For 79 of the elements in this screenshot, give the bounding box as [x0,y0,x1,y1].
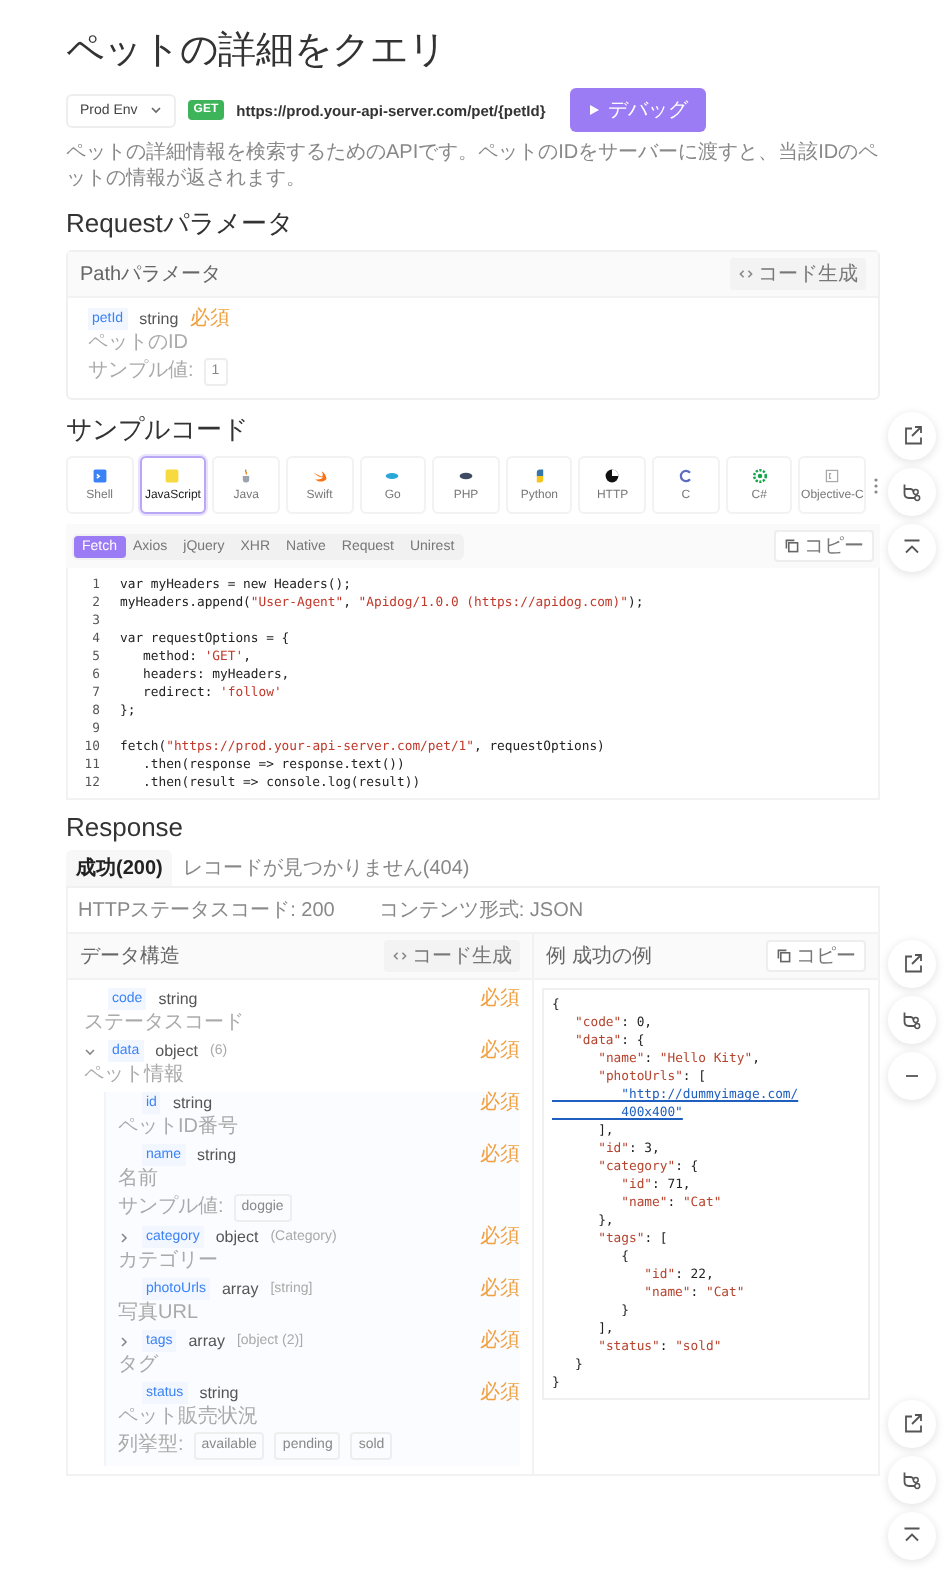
square-icon [164,468,181,484]
card-title: データ構造 [80,943,180,970]
chevron-down-icon [149,104,162,116]
required-label: 必須 [480,1144,520,1166]
bracket-icon [824,468,841,484]
field-type: string [139,308,179,330]
more-icon[interactable] [872,475,881,495]
cup-icon [238,468,255,484]
code-gen-button[interactable]: コード生成 [730,258,866,290]
copy-icon [784,538,800,554]
field-type: string [199,1382,239,1404]
field-description: ペットID番号 [118,1116,240,1140]
section-heading: Response [66,812,186,842]
debug-button[interactable]: デバッグ [569,88,706,132]
floating-button[interactable] [888,1400,936,1448]
required-label: 必須 [480,1092,520,1114]
arc-icon [677,468,694,484]
card-title: Pathパラメータ [80,262,222,288]
field-type: array [188,1330,225,1352]
gear-icon [751,468,768,484]
copy-button[interactable]: コピー [766,940,866,972]
required-label: 必須 [480,988,520,1010]
floating-button[interactable] [888,412,936,460]
response-tab[interactable]: レコードが見つかりません(404) [172,850,480,886]
play-icon [587,104,600,116]
bird-icon [311,468,328,484]
branch-icon [900,480,924,504]
chevron-right-icon[interactable] [118,1335,130,1347]
response-tab[interactable]: 成功(200) [66,850,173,886]
copy-icon [776,948,792,964]
field-description: タグ [118,1354,160,1378]
external-link-icon [900,424,924,448]
api-description: ペットの詳細情報を検索するためのAPIです。ペットのIDをサーバーに渡すと、当該IDのペットの情報が返されます。 [66,142,880,192]
example-label: サンプル値: [88,360,194,384]
chevron-down-icon[interactable] [84,1045,96,1057]
code-gen-button[interactable]: コード生成 [384,940,520,972]
required-label: 必須 [480,1040,520,1062]
field-description: ステータスコード [84,1012,246,1036]
card-title: 例 成功の例 [546,943,652,970]
field-description: 名前 [118,1168,160,1192]
section-heading: サンプルコード [66,412,250,448]
copy-button[interactable]: コピー [774,530,874,562]
field-type: array [221,1278,259,1300]
field-type: object [215,1226,259,1248]
chevron-right-icon[interactable] [118,1231,130,1243]
circle-icon [604,468,621,484]
required-label: 必須 [480,1330,520,1352]
required-label: 必須 [190,308,231,330]
example-label: サンプル値: [118,1196,224,1220]
field-type: string [158,988,198,1010]
field-description: 写真URL [118,1302,201,1326]
code-icon [392,948,408,964]
enum-label: 列挙型: [118,1434,184,1458]
branch-icon [900,1008,924,1032]
required-label: 必須 [480,1226,520,1248]
external-link-icon [900,952,924,976]
floating-button[interactable] [888,468,936,516]
floating-button[interactable] [888,940,936,988]
oval-icon [458,468,475,484]
field-description: ペットのID [88,332,190,356]
external-link-icon [900,1412,924,1436]
page-title: ペットの詳細をクエリ [66,28,448,76]
required-label: 必須 [480,1382,520,1404]
terminal-icon [91,468,108,484]
floating-button[interactable] [888,996,936,1044]
field-type: string [197,1144,237,1166]
field-description: ペット情報 [84,1064,186,1088]
floating-button[interactable] [888,1456,936,1504]
oval-icon [384,468,401,484]
field-type: object [155,1040,198,1062]
field-description: ペット販売状況 [118,1406,260,1430]
branch-icon [900,1468,924,1492]
section-heading: Requestパラメータ [66,206,295,242]
status-code: HTTPステータスコード: 200 [78,898,335,924]
field-type: string [172,1092,213,1114]
field-description: カテゴリー [118,1250,220,1274]
required-label: 必須 [480,1278,520,1300]
content-type: コンテンツ形式: JSON [378,897,584,924]
code-icon [738,266,754,282]
